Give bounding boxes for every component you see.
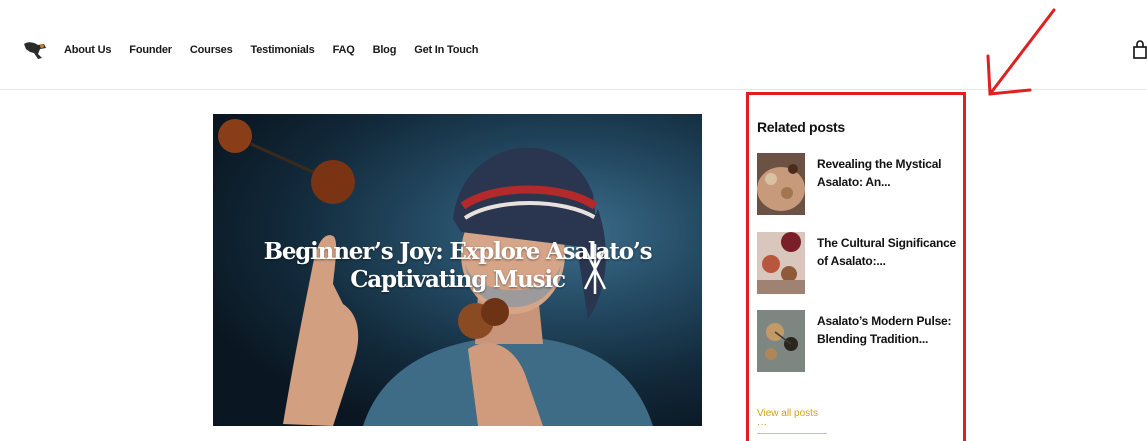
nav-get-in-touch[interactable]: Get In Touch <box>414 44 478 56</box>
related-post-title[interactable]: Asalato’s Modern Pulse: Blending Traditi… <box>817 312 965 348</box>
related-post-thumbnail[interactable] <box>757 153 805 215</box>
nav-courses[interactable]: Courses <box>190 44 233 56</box>
related-post-item[interactable]: The Cultural Significance of Asalato:... <box>757 232 962 296</box>
bag-icon[interactable] <box>1133 38 1147 60</box>
nav-founder[interactable]: Founder <box>129 44 172 56</box>
related-post-item[interactable]: Asalato’s Modern Pulse: Blending Traditi… <box>757 310 962 374</box>
view-all-posts-link[interactable]: View all posts ··· <box>757 408 827 434</box>
nav-blog[interactable]: Blog <box>373 44 397 56</box>
nav-about-us[interactable]: About Us <box>64 44 111 56</box>
related-post-title[interactable]: The Cultural Significance of Asalato:... <box>817 234 965 270</box>
related-posts-heading: Related posts <box>757 119 845 135</box>
main-nav: About Us Founder Courses Testimonials FA… <box>64 44 496 56</box>
related-post-thumbnail[interactable] <box>757 310 805 372</box>
annotation-arrow-icon <box>986 8 1056 96</box>
nav-testimonials[interactable]: Testimonials <box>251 44 315 56</box>
nav-faq[interactable]: FAQ <box>333 44 355 56</box>
related-post-thumbnail[interactable] <box>757 232 805 294</box>
related-post-item[interactable]: Revealing the Mystical Asalato: An... <box>757 153 962 217</box>
site-header: About Us Founder Courses Testimonials FA… <box>0 0 1147 90</box>
featured-title[interactable]: Beginner’s Joy: Explore Asalato’s Captiv… <box>213 238 702 294</box>
logo-icon[interactable] <box>22 40 48 60</box>
related-post-title[interactable]: Revealing the Mystical Asalato: An... <box>817 155 965 191</box>
featured-image[interactable]: Beginner’s Joy: Explore Asalato’s Captiv… <box>213 114 702 426</box>
